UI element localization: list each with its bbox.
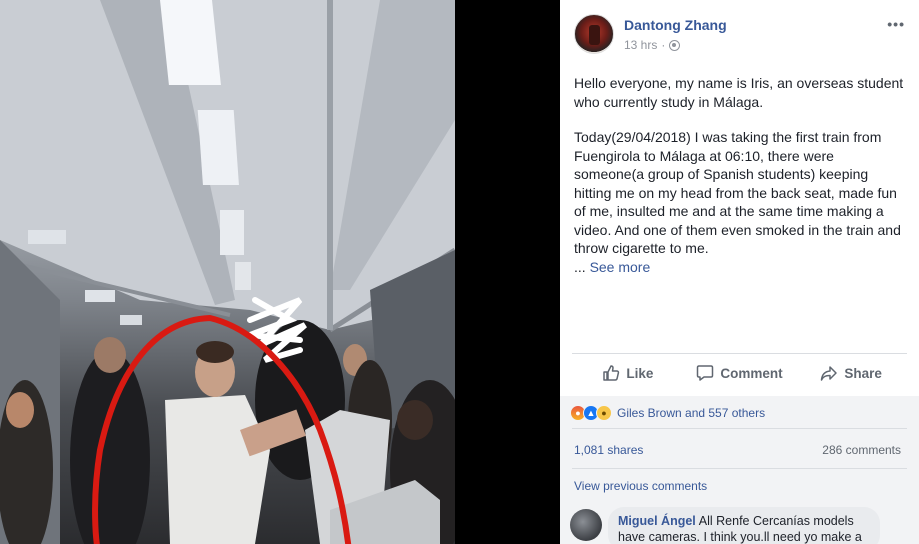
post-meta: 13 hrs · bbox=[624, 38, 681, 52]
share-arrow-icon bbox=[821, 366, 838, 381]
author-name[interactable]: Dantong Zhang bbox=[624, 17, 727, 33]
train-photo[interactable] bbox=[0, 0, 455, 544]
like-button[interactable]: Like bbox=[572, 356, 684, 390]
train-interior-image bbox=[0, 0, 455, 544]
post-actions: Like Comment Share bbox=[572, 356, 907, 390]
post-feedback: ● ▲ ● Giles Brown and 557 others 1,081 s… bbox=[560, 396, 919, 544]
like-label: Like bbox=[626, 365, 654, 381]
reactions-divider bbox=[572, 428, 907, 429]
ellipsis: ... bbox=[574, 258, 590, 275]
post-header: Dantong Zhang 13 hrs · ••• bbox=[574, 14, 909, 54]
comment-button[interactable]: Comment bbox=[684, 356, 796, 390]
post-text: Hello everyone, my name is Iris, an over… bbox=[574, 74, 904, 276]
share-button[interactable]: Share bbox=[795, 356, 907, 390]
thumbs-up-icon bbox=[603, 365, 620, 381]
reactions-names[interactable]: Giles Brown and 557 others bbox=[617, 406, 765, 420]
post-panel: Dantong Zhang 13 hrs · ••• Hello everyon… bbox=[560, 0, 919, 544]
comments-count[interactable]: 286 comments bbox=[822, 443, 901, 457]
actions-divider bbox=[572, 353, 907, 354]
comment-bubble: Miguel Ángel All Renfe Cercanías models h… bbox=[608, 507, 880, 544]
photo-viewer bbox=[0, 0, 560, 544]
comment-label: Comment bbox=[720, 365, 783, 381]
view-previous-comments-link[interactable]: View previous comments bbox=[574, 479, 707, 493]
reactions-summary[interactable]: ● ▲ ● Giles Brown and 557 others bbox=[570, 404, 765, 422]
author-avatar[interactable] bbox=[574, 14, 614, 54]
post-paragraph-2: Today(29/04/2018) I was taking the first… bbox=[574, 129, 901, 256]
shares-count[interactable]: 1,081 shares bbox=[574, 443, 643, 457]
commenter-name[interactable]: Miguel Ángel bbox=[618, 514, 696, 528]
see-more-link[interactable]: See more bbox=[590, 259, 651, 275]
see-more-row: ... See more bbox=[574, 258, 904, 277]
sad-reaction-icon: ● bbox=[596, 405, 612, 421]
post-time[interactable]: 13 hrs bbox=[624, 38, 657, 52]
post-paragraph-1: Hello everyone, my name is Iris, an over… bbox=[574, 75, 904, 110]
meta-separator: · bbox=[661, 38, 666, 52]
more-options-icon[interactable]: ••• bbox=[887, 16, 905, 32]
globe-icon[interactable] bbox=[669, 39, 681, 51]
stats-divider bbox=[572, 468, 907, 469]
comment-bubble-icon bbox=[697, 365, 714, 381]
commenter-avatar[interactable] bbox=[570, 509, 602, 541]
share-label: Share bbox=[844, 365, 882, 381]
